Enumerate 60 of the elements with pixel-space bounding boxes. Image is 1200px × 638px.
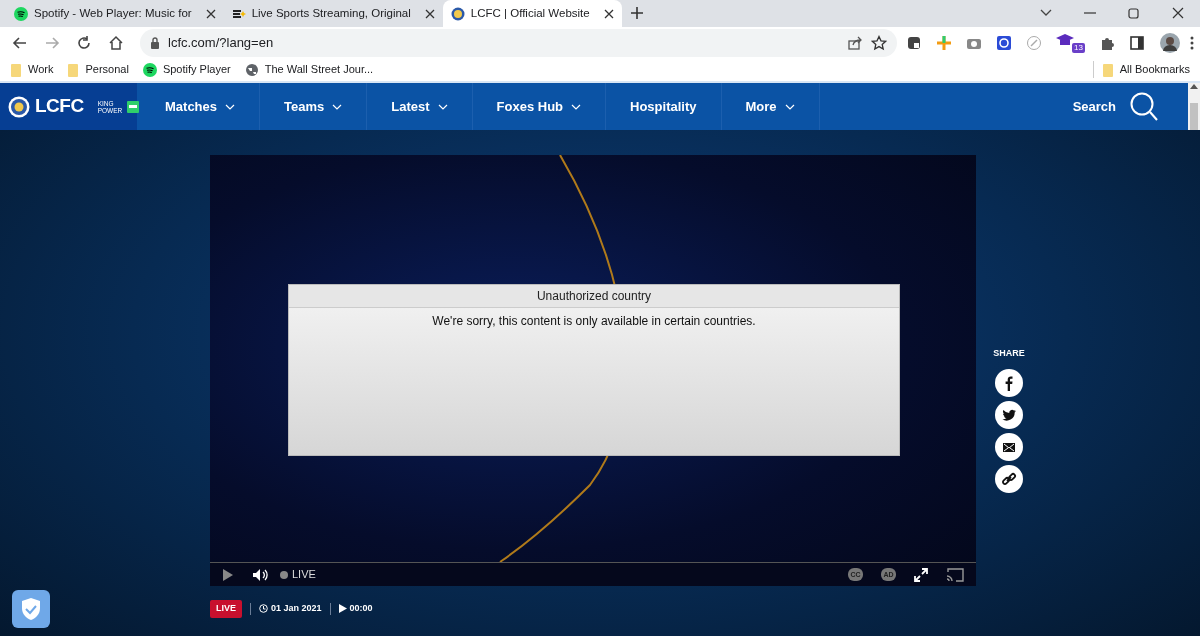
- spotify-icon: [142, 62, 157, 77]
- link-icon: [1001, 470, 1017, 487]
- home-icon[interactable]: [107, 33, 125, 52]
- live-indicator: LIVE: [280, 566, 316, 583]
- extension-icon[interactable]: [996, 34, 1013, 51]
- bookmark[interactable]: Spotify Player: [142, 61, 231, 78]
- shield-icon: [20, 597, 42, 621]
- error-message: We're sorry, this content is only available in certain countries.: [431, 313, 757, 330]
- spotify-icon: [14, 6, 28, 21]
- dialog-title: Unauthorized country: [289, 285, 899, 308]
- bookmark[interactable]: Work: [10, 61, 54, 78]
- browser-tab[interactable]: Spotify - Web Player: Music for: [6, 0, 224, 27]
- folder-icon: [1101, 62, 1114, 77]
- date-text: 01 Jan 2021: [259, 602, 322, 616]
- crest-icon: [8, 95, 30, 118]
- share-button[interactable]: [995, 368, 1023, 397]
- scrollbar[interactable]: [1188, 83, 1200, 130]
- avatar-icon[interactable]: [1160, 32, 1180, 53]
- browser-tab[interactable]: Live Sports Streaming, Original: [223, 0, 443, 27]
- share-button[interactable]: [995, 464, 1023, 493]
- share-label: SHARE: [993, 347, 1025, 360]
- crest-icon: [450, 6, 465, 21]
- share-button[interactable]: [995, 432, 1023, 461]
- graduation-cap-icon[interactable]: [1056, 33, 1075, 46]
- folder-icon: [67, 62, 80, 77]
- notification-badge: 13: [1072, 42, 1085, 53]
- cast-icon[interactable]: [946, 567, 964, 582]
- shield-button[interactable]: [12, 590, 50, 628]
- logo-text[interactable]: LCFC: [35, 92, 84, 121]
- restore-icon[interactable]: [1126, 5, 1142, 21]
- menu-icon[interactable]: [1190, 35, 1194, 50]
- close-icon[interactable]: [603, 8, 614, 19]
- reload-icon[interactable]: [75, 33, 93, 52]
- share-icon[interactable]: [847, 34, 864, 51]
- duration-text: 00:00: [338, 602, 373, 616]
- search-button[interactable]: Search: [1048, 83, 1188, 130]
- new-tab-icon[interactable]: [629, 6, 644, 20]
- folder-icon: [10, 62, 22, 77]
- volume-icon[interactable]: [252, 567, 268, 582]
- search-icon: [1130, 91, 1158, 122]
- extension-icon[interactable]: [906, 34, 923, 51]
- lock-icon: [150, 36, 160, 49]
- play-icon[interactable]: [222, 567, 234, 582]
- live-badge: LIVE: [210, 600, 242, 618]
- close-icon[interactable]: [1170, 5, 1186, 21]
- bookmark[interactable]: Personal: [67, 61, 129, 78]
- star-icon[interactable]: [871, 34, 888, 51]
- sponsor-logo-icon: [127, 100, 140, 113]
- bookmark[interactable]: All Bookmarks: [1092, 61, 1190, 78]
- address-bar[interactable]: lcfc.com/?lang=en: [140, 28, 898, 57]
- fullscreen-icon[interactable]: [914, 567, 928, 582]
- close-icon[interactable]: [205, 8, 216, 19]
- bookmark[interactable]: The Wall Street Jour...: [244, 61, 374, 78]
- clock-icon: [259, 604, 268, 614]
- browser-tab[interactable]: LCFC | Official Website: [442, 0, 622, 27]
- side-panel-icon[interactable]: [1129, 34, 1145, 51]
- play-icon: [338, 604, 347, 614]
- globe-icon: [244, 62, 259, 77]
- share-button[interactable]: [995, 400, 1023, 429]
- close-icon[interactable]: [424, 8, 435, 19]
